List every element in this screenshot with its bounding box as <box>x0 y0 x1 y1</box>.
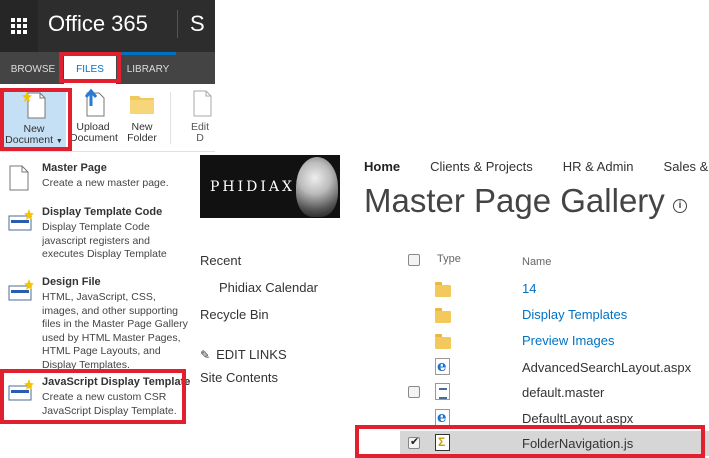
quick-launch-recent[interactable]: Recent <box>200 253 241 268</box>
page-title: Master Page Gallery <box>364 182 665 219</box>
aspx-icon <box>435 408 450 426</box>
folder-icon <box>435 279 451 297</box>
row-checkbox[interactable] <box>408 386 420 398</box>
new-folder-label-line2: Folder <box>127 132 157 144</box>
menu-item-title: Design File <box>42 276 101 288</box>
item-name-link[interactable]: 14 <box>522 281 536 296</box>
nav-item-hr-admin[interactable]: HR & Admin <box>563 159 634 174</box>
ribbon-divider <box>170 92 171 144</box>
display-template-code-icon <box>8 209 34 231</box>
menu-item-display-template-code[interactable]: Display Template Code Display Template C… <box>0 204 197 266</box>
tab-library[interactable]: LIBRARY <box>120 52 176 84</box>
edit-links-label: EDIT LINKS <box>216 347 287 362</box>
folder-icon <box>435 331 451 349</box>
info-icon[interactable]: i <box>673 199 687 213</box>
master-file-icon <box>435 383 450 400</box>
folder-icon <box>435 305 451 323</box>
pencil-icon: ✎ <box>200 348 211 362</box>
suite-app-title[interactable]: Office 365 <box>48 10 178 38</box>
item-name-link[interactable]: Display Templates <box>522 307 627 322</box>
design-file-icon <box>8 279 34 301</box>
quick-launch-site-contents[interactable]: Site Contents <box>200 370 278 385</box>
column-header-name[interactable]: Name <box>522 256 551 268</box>
highlight-box-js-display-template <box>0 369 186 424</box>
upload-icon <box>84 88 105 117</box>
list-row[interactable]: AdvancedSearchLayout.aspx <box>400 355 709 380</box>
menu-item-description: HTML, JavaScript, CSS, images, and other… <box>42 291 188 371</box>
menu-item-design-file[interactable]: Design File HTML, JavaScript, CSS, image… <box>0 274 197 371</box>
bust-icon <box>296 157 338 217</box>
item-name-link[interactable]: AdvancedSearchLayout.aspx <box>522 360 691 375</box>
master-page-icon <box>9 165 29 191</box>
tab-browse[interactable]: BROWSE <box>4 52 62 84</box>
master-page-gallery-page: PHIDIAX Home Clients & Projects HR & Admin… <box>197 152 709 458</box>
item-name-link[interactable]: default.master <box>522 385 604 400</box>
nav-item-sales[interactable]: Sales & <box>664 159 709 174</box>
folder-icon <box>130 96 154 114</box>
upload-document-button[interactable]: Upload Document <box>70 88 118 150</box>
app-launcher-icon[interactable] <box>0 0 38 52</box>
suite-next-title[interactable]: S <box>190 10 205 38</box>
edit-document-icon <box>193 90 212 117</box>
highlight-box-new-document <box>0 88 72 151</box>
edit-links-button[interactable]: ✎ EDIT LINKS <box>200 347 287 362</box>
logo-text: PHIDIAX <box>210 179 295 195</box>
menu-item-description: Create a new master page. <box>42 177 169 189</box>
menu-item-title: Master Page <box>42 162 107 174</box>
aspx-icon <box>435 357 450 375</box>
item-name-link[interactable]: DefaultLayout.aspx <box>522 411 633 426</box>
highlight-box-folder-navigation <box>355 425 705 458</box>
quick-launch-phidiax-calendar[interactable]: Phidiax Calendar <box>219 280 318 295</box>
menu-item-title: Display Template Code <box>42 206 163 218</box>
nav-item-home[interactable]: Home <box>364 159 400 174</box>
menu-item-description: Display Template Code javascript registe… <box>42 221 167 260</box>
edit-document-button[interactable]: Edit D <box>180 88 220 150</box>
list-row[interactable]: default.master <box>400 380 709 405</box>
list-row[interactable]: 14 <box>400 276 709 301</box>
highlight-box-files-tab <box>59 52 121 83</box>
new-folder-button[interactable]: New Folder <box>120 88 164 150</box>
select-all-checkbox[interactable] <box>408 254 420 266</box>
list-row[interactable]: Preview Images <box>400 328 709 353</box>
nav-item-clients-projects[interactable]: Clients & Projects <box>430 159 533 174</box>
list-row[interactable]: Display Templates <box>400 302 709 327</box>
suite-bar: Office 365 S <box>0 0 215 52</box>
quick-launch-recycle-bin[interactable]: Recycle Bin <box>200 307 269 322</box>
column-header-type[interactable]: Type <box>437 253 461 265</box>
site-logo[interactable]: PHIDIAX <box>200 155 340 218</box>
upload-label-line2: Document <box>70 132 118 144</box>
menu-item-master-page[interactable]: Master Page Create a new master page. <box>0 160 197 198</box>
top-navigation: Home Clients & Projects HR & Admin Sales & <box>364 159 709 174</box>
edit-label-line2: D <box>196 132 204 144</box>
item-name-link[interactable]: Preview Images <box>522 333 614 348</box>
